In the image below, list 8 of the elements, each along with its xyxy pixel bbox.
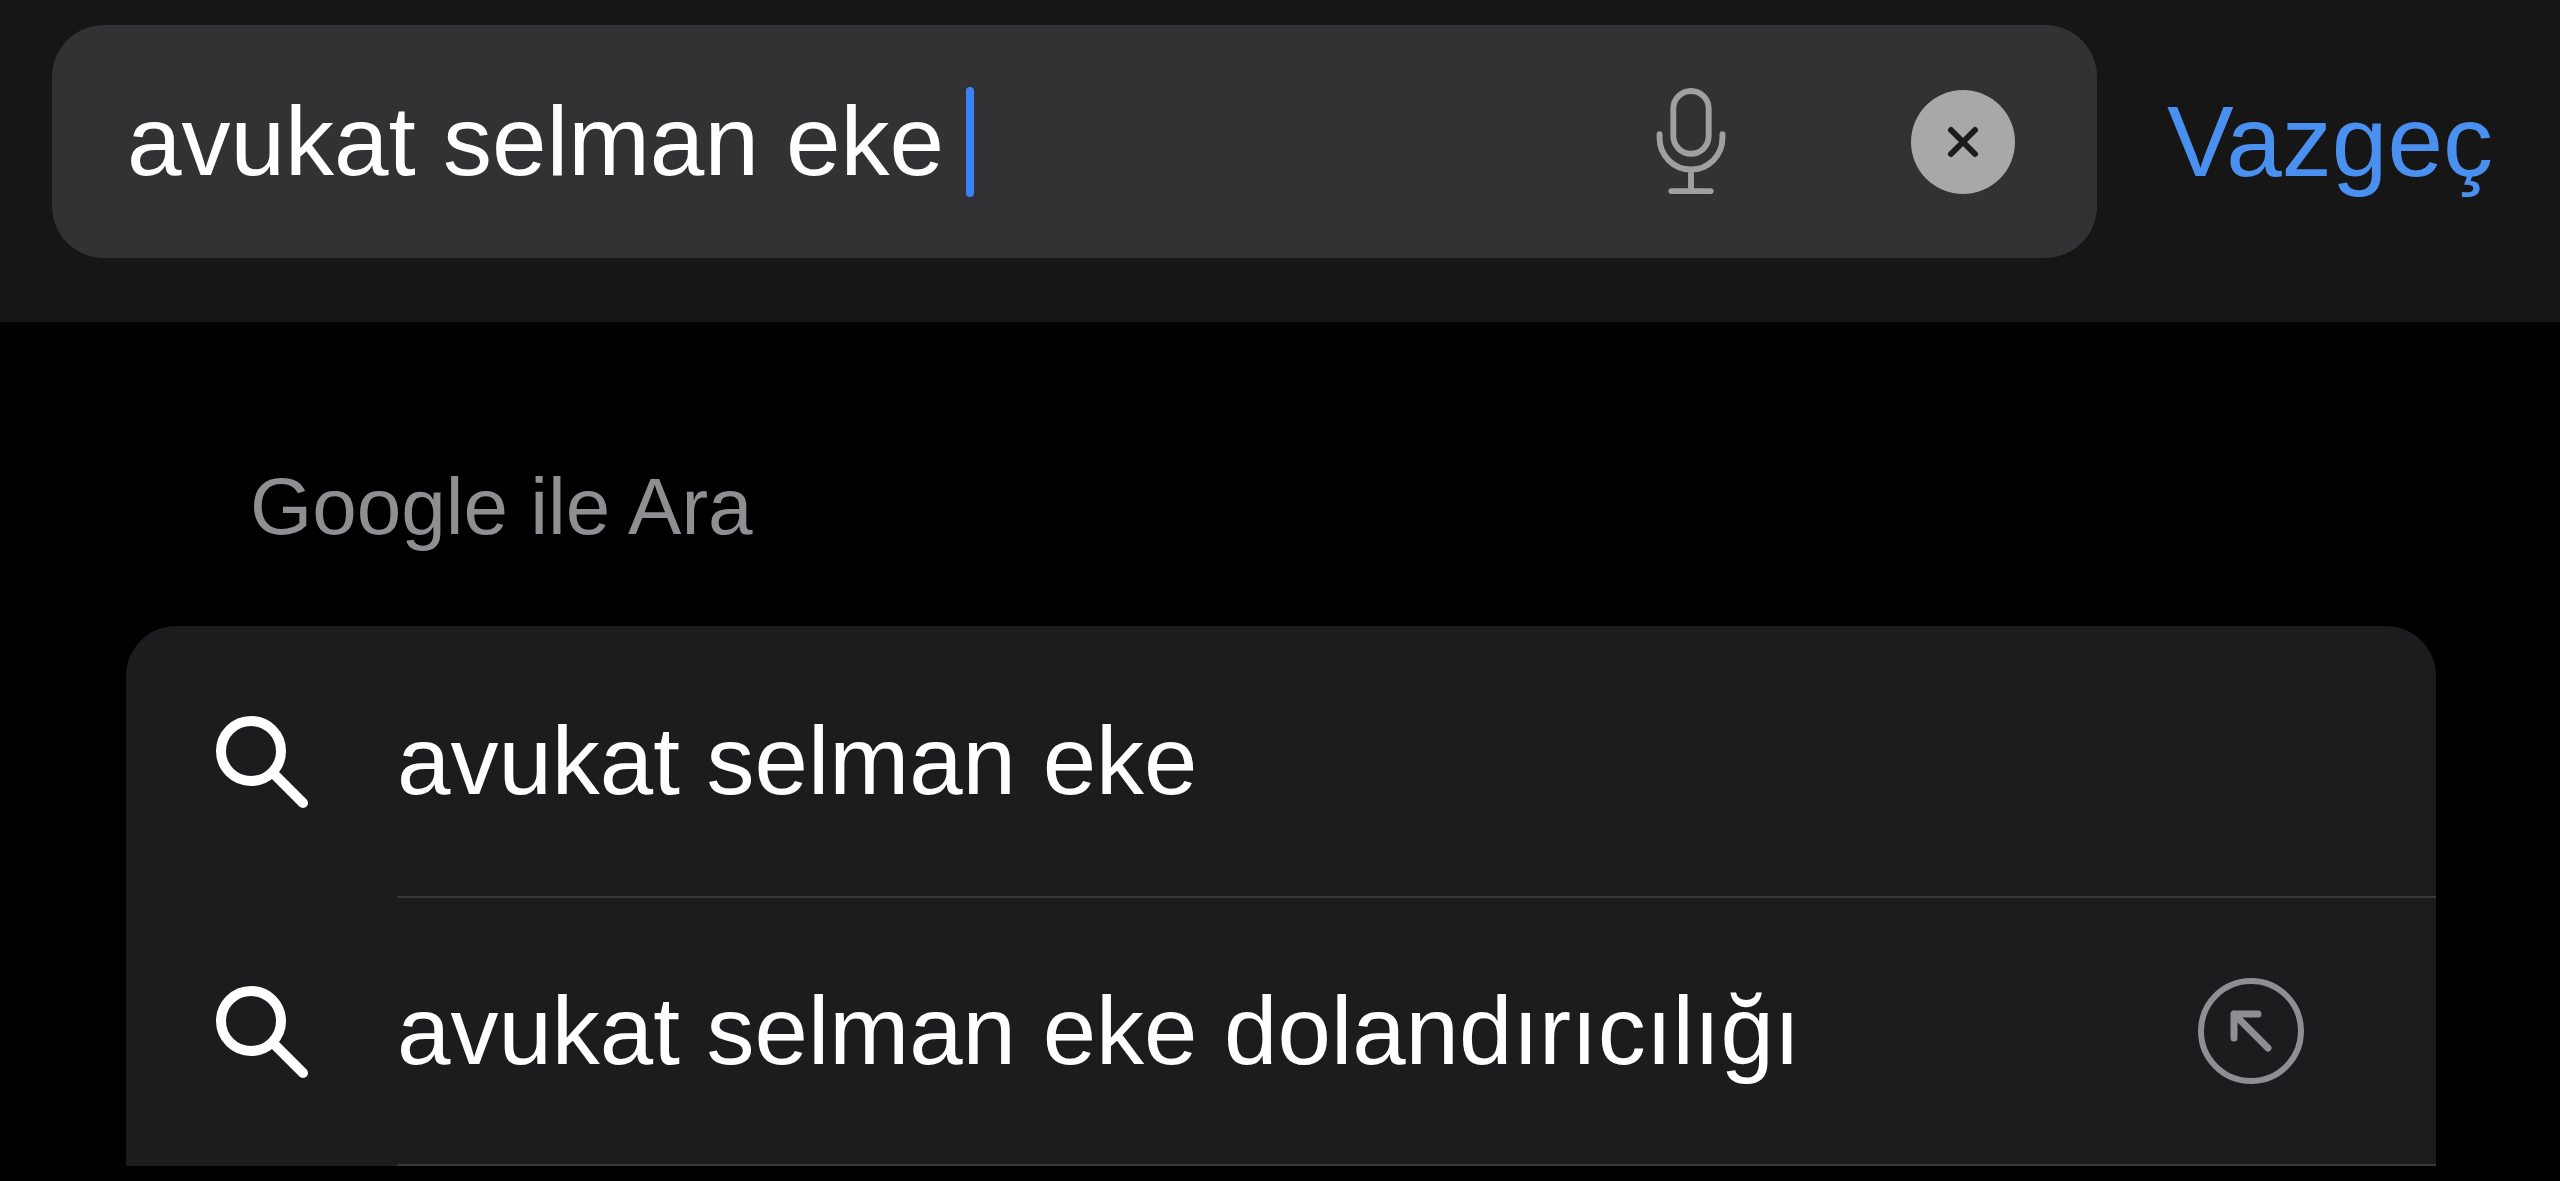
fill-arrow-button[interactable] (2196, 976, 2306, 1086)
section-title: Google ile Ara (250, 462, 754, 552)
arrow-up-left-icon (2196, 976, 2306, 1086)
search-field[interactable]: avukat selman eke (52, 25, 2097, 258)
cancel-button[interactable]: Vazgeç (2166, 25, 2493, 258)
suggestion-text[interactable]: avukat selman eke (397, 706, 2436, 816)
search-text: avukat selman eke (127, 85, 945, 198)
suggestion-text[interactable]: avukat selman eke dolandırıcılığı (397, 976, 2196, 1086)
